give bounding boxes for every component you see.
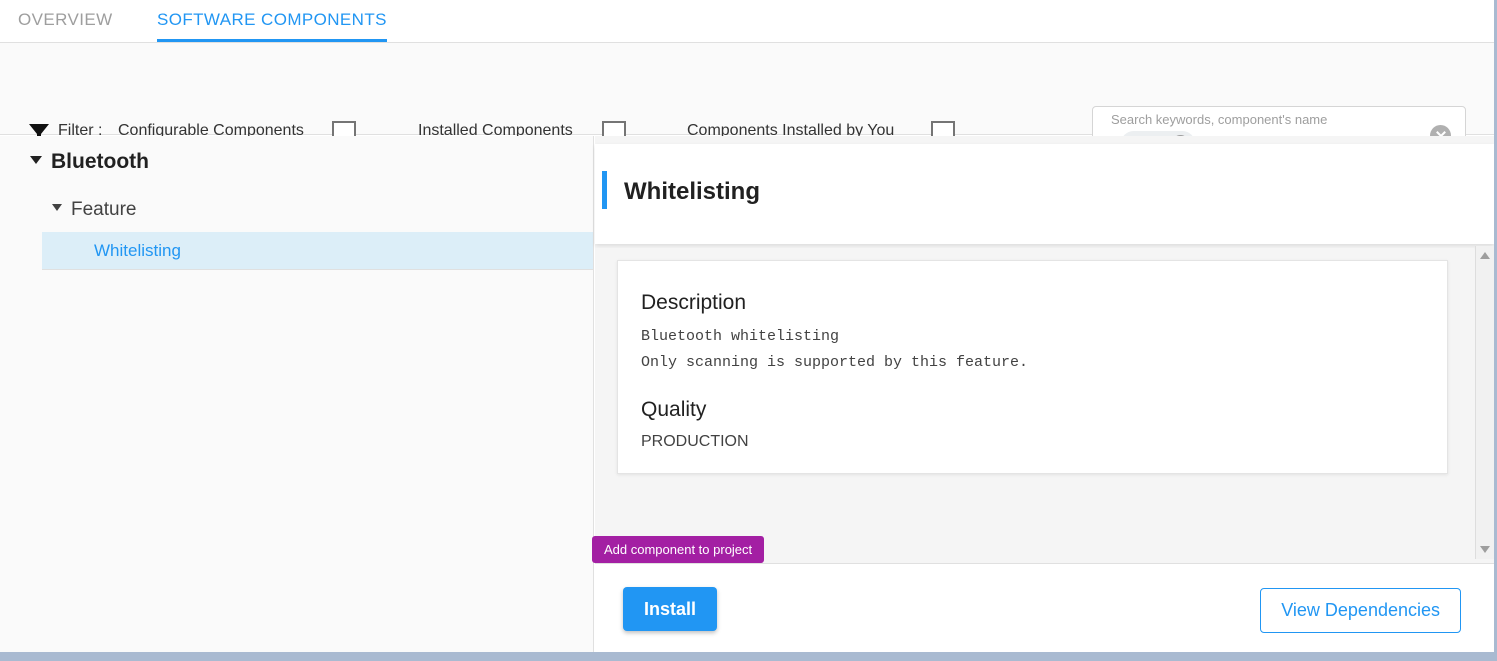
- description-line: Only scanning is supported by this featu…: [641, 354, 1029, 371]
- detail-body: Description Bluetooth whitelisting Only …: [595, 248, 1474, 559]
- tree-node-feature-label: Feature: [71, 199, 137, 220]
- view-dependencies-button[interactable]: View Dependencies: [1260, 588, 1461, 633]
- detail-scrollbar[interactable]: [1475, 246, 1494, 559]
- quality-value: PRODUCTION: [641, 433, 749, 450]
- tree-node-whitelisting[interactable]: Whitelisting: [42, 232, 593, 270]
- chevron-down-icon[interactable]: [52, 204, 62, 212]
- filter-bar: Filter : Configurable Components Install…: [0, 43, 1494, 161]
- quality-heading: Quality: [641, 398, 707, 421]
- chevron-down-icon[interactable]: [30, 156, 42, 165]
- tree-node-bluetooth-label: Bluetooth: [51, 150, 149, 173]
- install-button[interactable]: Install: [623, 587, 717, 631]
- tree-node-bluetooth[interactable]: Bluetooth: [0, 136, 593, 188]
- description-heading: Description: [641, 291, 747, 314]
- scroll-down-icon[interactable]: [1480, 546, 1490, 553]
- page-title: Whitelisting: [624, 178, 760, 205]
- description-line: Bluetooth whitelisting: [641, 328, 840, 345]
- tab-software-components[interactable]: SOFTWARE COMPONENTS: [157, 0, 387, 42]
- scroll-up-icon[interactable]: [1480, 252, 1490, 259]
- action-bar: Add component to project Install View De…: [592, 536, 1494, 652]
- component-tree-panel: Bluetooth Feature Whitelisting: [0, 136, 594, 652]
- tab-overview[interactable]: OVERVIEW: [18, 0, 113, 42]
- tree-node-whitelisting-label: Whitelisting: [94, 241, 181, 260]
- tab-bar: OVERVIEW SOFTWARE COMPONENTS: [0, 0, 1494, 43]
- install-tooltip: Add component to project: [592, 536, 765, 563]
- title-accent-bar: [602, 171, 607, 209]
- tree-node-feature[interactable]: Feature: [0, 188, 593, 232]
- detail-header: Whitelisting: [595, 144, 1494, 244]
- search-placeholder: Search keywords, component's name: [1111, 112, 1328, 127]
- component-detail-panel: Whitelisting Description Bluetooth white…: [592, 136, 1494, 652]
- description-card: Description Bluetooth whitelisting Only …: [617, 260, 1448, 474]
- application-window: OVERVIEW SOFTWARE COMPONENTS Filter : Co…: [0, 0, 1497, 661]
